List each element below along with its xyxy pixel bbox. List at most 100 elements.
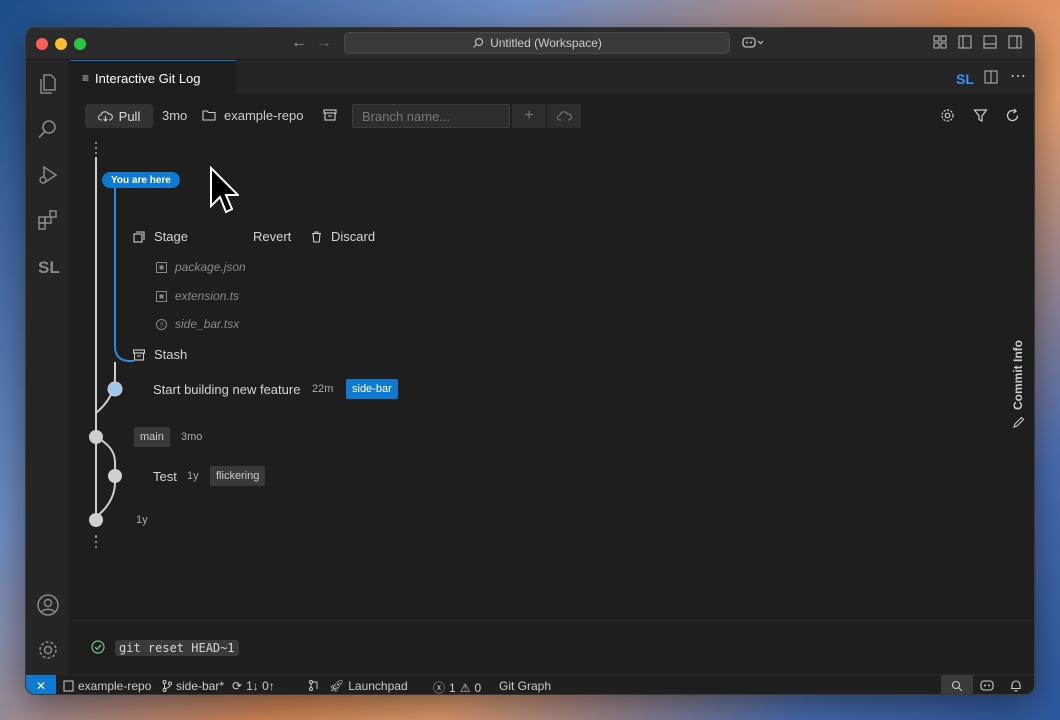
stage-button[interactable]: Stage (133, 229, 188, 244)
modified-file-icon (156, 290, 167, 302)
tab-label: Interactive Git Log (95, 70, 201, 86)
vscode-window: ← → Untitled (Workspace) SL ≡ Interactiv… (25, 27, 1035, 695)
zoom-icon (951, 680, 963, 692)
repo-icon (63, 680, 74, 692)
push-branch-button[interactable] (547, 104, 581, 128)
status-bar: ✕ example-repo side-bar* ⟳ 1↓ 0↑ 🚀︎ Laun… (26, 674, 1034, 695)
stash-button[interactable]: Stash (133, 347, 187, 362)
settings-gear-icon[interactable] (36, 638, 60, 662)
discard-button[interactable]: Discard (311, 229, 375, 244)
back-arrow-icon[interactable]: ← (291, 34, 307, 52)
copilot-icon[interactable] (980, 679, 994, 692)
search-icon (473, 37, 484, 48)
revert-button[interactable]: Revert (230, 229, 291, 244)
title-bar: ← → Untitled (Workspace) (26, 28, 1034, 60)
stash-label: Stash (154, 347, 188, 362)
branch-tag-label: flickering (216, 470, 260, 482)
revert-label: Revert (253, 229, 292, 244)
settings-gear-icon[interactable] (940, 108, 955, 123)
repo-name[interactable]: example-repo (224, 108, 304, 123)
create-branch-button[interactable]: + (512, 104, 546, 128)
archive-stash-icon (133, 348, 145, 361)
menu-lines-icon: ≡ (82, 71, 90, 85)
branch-tag[interactable]: main (134, 427, 170, 447)
maximize-window-button[interactable] (74, 38, 86, 50)
command-history-panel: git reset HEAD~1 (70, 620, 1034, 674)
commit-message[interactable]: Start building new feature (153, 382, 300, 397)
filter-icon[interactable] (973, 108, 988, 123)
commit-graph: You are here Stage Revert Discard packag… (70, 137, 990, 627)
copilot-icon[interactable] (742, 35, 764, 49)
status-repo-label: example-repo (78, 679, 152, 693)
error-count: 1 (449, 680, 456, 695)
folder-icon (202, 110, 216, 121)
error-icon: ⓧ (433, 681, 446, 695)
you-are-here-label: You are here (111, 174, 171, 186)
status-launchpad[interactable]: 🚀︎ Launchpad (329, 679, 408, 693)
branch-name-placeholder: Branch name... (362, 108, 451, 124)
extensions-icon[interactable] (36, 208, 60, 232)
minimize-window-button[interactable] (55, 38, 67, 50)
explorer-icon[interactable] (36, 72, 60, 96)
command-center[interactable]: Untitled (Workspace) (344, 32, 730, 54)
archive-stash-icon[interactable] (323, 108, 337, 122)
plus-icon: + (524, 107, 534, 124)
branch-tag[interactable]: side-bar (346, 379, 398, 399)
pull-label: Pull (118, 108, 141, 124)
remote-indicator[interactable]: ✕ (26, 675, 56, 694)
search-icon[interactable] (36, 117, 60, 141)
git-graph-extension-icon[interactable]: SL (36, 254, 60, 278)
more-actions-icon[interactable]: ⋯ (1010, 66, 1026, 86)
account-icon[interactable] (36, 593, 60, 617)
you-are-here-badge: You are here (102, 172, 180, 188)
pull-button[interactable]: Pull (85, 104, 153, 128)
run-debug-icon[interactable] (36, 163, 60, 187)
status-repo[interactable]: example-repo (63, 679, 151, 693)
git-graph-sl-icon[interactable]: SL (956, 70, 974, 86)
toggle-secondary-sidebar-icon[interactable] (1008, 35, 1022, 49)
forward-arrow-icon[interactable]: → (316, 34, 332, 52)
close-window-button[interactable] (36, 38, 48, 50)
layout-customize-icon[interactable] (933, 35, 947, 49)
file-row[interactable]: package.json (156, 260, 246, 274)
commit-message[interactable]: Test (153, 469, 177, 484)
branch-name-input[interactable]: Branch name... (352, 104, 510, 128)
stage-label: Stage (154, 229, 188, 244)
file-row[interactable]: extension.ts (156, 289, 239, 303)
split-editor-icon[interactable] (984, 70, 998, 84)
toggle-panel-icon[interactable] (983, 35, 997, 49)
workspace-title: Untitled (Workspace) (490, 36, 602, 50)
notifications-bell-icon[interactable] (1010, 679, 1022, 692)
edit-pencil-icon (1013, 416, 1025, 428)
status-problems[interactable]: ⓧ 1 ⚠ 0 (433, 679, 481, 695)
status-launchpad-label: Launchpad (348, 679, 408, 693)
sync-icon: ⟳ (232, 679, 243, 693)
modified-file-icon (156, 261, 167, 273)
status-gitlens[interactable] (308, 679, 320, 691)
toggle-primary-sidebar-icon[interactable] (958, 35, 972, 49)
check-circle-icon (91, 640, 105, 654)
cloud-download-icon (97, 111, 113, 122)
file-name: extension.ts (175, 289, 240, 303)
status-git-graph-label: Git Graph (499, 679, 552, 693)
commit-info-toggle[interactable]: Commit Info (1008, 328, 1028, 438)
refresh-icon[interactable] (1005, 108, 1020, 123)
warning-count: 0 (474, 680, 482, 695)
zoom-button[interactable] (941, 675, 973, 694)
git-log-toolbar: Pull 3mo example-repo Branch name... + (70, 95, 1034, 137)
status-git-graph[interactable]: Git Graph (499, 679, 551, 693)
trash-icon (312, 230, 321, 243)
file-name: package.json (175, 260, 246, 274)
file-row[interactable]: ? side_bar.tsx (156, 317, 239, 331)
untracked-file-icon: ? (156, 318, 167, 330)
svg-text:SL: SL (38, 258, 60, 277)
status-sync[interactable]: ⟳ 1↓ 0↑ (232, 679, 275, 693)
commit-age: 3mo (181, 431, 203, 443)
editor-tab-bar: ≡ Interactive Git Log SL ⋯ (70, 60, 1034, 95)
status-branch[interactable]: side-bar* (162, 679, 224, 693)
commit-age: 1y (136, 514, 148, 526)
remote-icon: ✕ (35, 679, 47, 693)
tab-interactive-git-log[interactable]: ≡ Interactive Git Log (70, 60, 236, 95)
branch-tag[interactable]: flickering (210, 466, 266, 486)
status-branch-label: side-bar* (176, 679, 225, 693)
